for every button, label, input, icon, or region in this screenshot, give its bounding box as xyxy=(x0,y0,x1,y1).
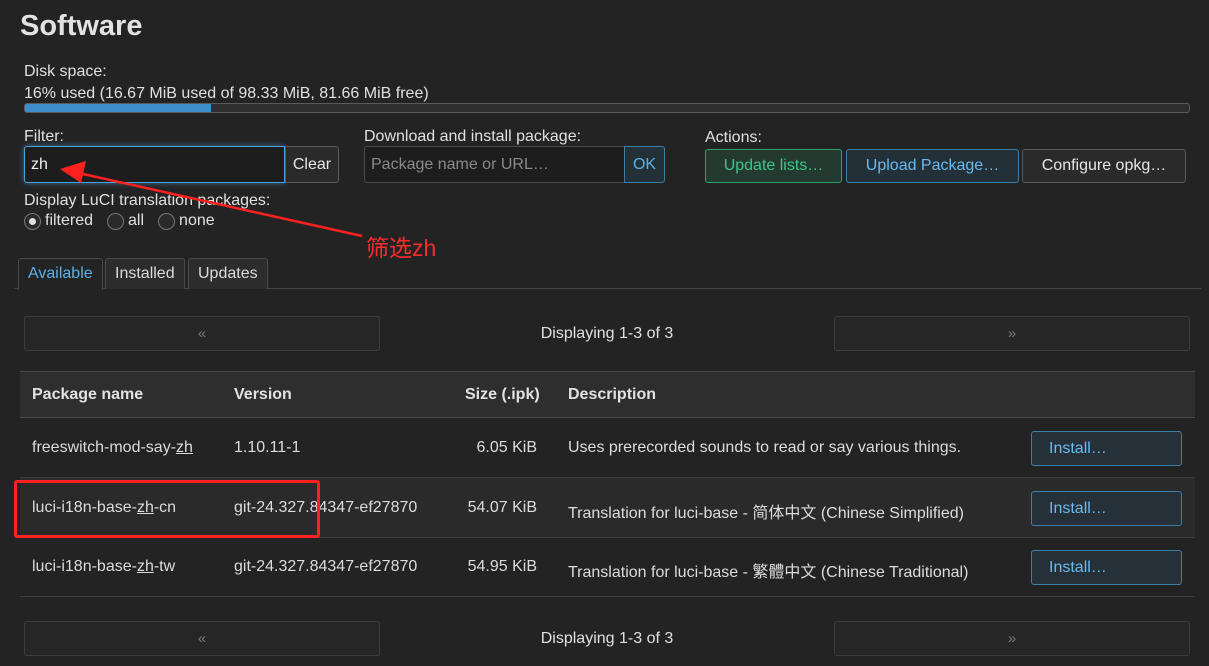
install-button[interactable]: Install… xyxy=(1031,491,1182,526)
filter-input[interactable] xyxy=(24,146,285,183)
upload-package-button[interactable]: Upload Package… xyxy=(846,149,1019,183)
package-size: 54.95 KiB xyxy=(467,558,537,575)
package-url-input[interactable] xyxy=(364,146,625,183)
radio-none[interactable] xyxy=(158,212,176,230)
header-size: Size (.ipk) xyxy=(465,386,540,403)
radio-filtered[interactable] xyxy=(24,212,41,230)
disk-usage-fill xyxy=(25,104,212,112)
configure-opkg-button[interactable]: Configure opkg… xyxy=(1022,149,1186,183)
radio-all-label[interactable]: all xyxy=(128,212,144,230)
package-size: 54.07 KiB xyxy=(467,499,537,516)
package-version: git-24.327.84347-ef27870 xyxy=(234,558,418,575)
disk-usage-text: 16% used (16.67 MiB used of 98.33 MiB, 8… xyxy=(24,85,429,102)
package-version: git-24.327.84347-ef27870 xyxy=(234,499,418,516)
pager-next-button[interactable]: » xyxy=(834,316,1190,351)
download-label: Download and install package: xyxy=(364,128,582,145)
annotation-text: 筛选zh xyxy=(366,235,437,261)
radio-filtered-label[interactable]: filtered xyxy=(45,212,93,230)
pager-status: Displaying 1-3 of 3 xyxy=(540,325,674,342)
package-name: freeswitch-mod-say-zh xyxy=(32,439,193,456)
actions-label: Actions: xyxy=(705,129,762,146)
disk-usage-bar xyxy=(24,103,1190,113)
pager-status-bottom: Displaying 1-3 of 3 xyxy=(540,630,674,647)
package-description: Uses prerecorded sounds to read or say v… xyxy=(568,439,962,456)
translation-radio-group: filtered all none xyxy=(24,212,229,230)
ok-button[interactable]: OK xyxy=(624,146,665,183)
table-row: freeswitch-mod-say-zh 1.10.11-1 6.05 KiB… xyxy=(20,418,1195,478)
tab-installed[interactable]: Installed xyxy=(105,258,185,289)
package-description: Translation for luci-base - 简体中文 (Chines… xyxy=(568,505,964,522)
table-row: luci-i18n-base-zh-tw git-24.327.84347-ef… xyxy=(20,537,1195,597)
header-version: Version xyxy=(234,386,292,403)
package-size: 6.05 KiB xyxy=(476,439,537,456)
package-description: Translation for luci-base - 繁體中文 (Chines… xyxy=(568,564,969,581)
pager-prev-button-bottom[interactable]: « xyxy=(24,621,380,656)
install-button[interactable]: Install… xyxy=(1031,550,1182,585)
install-button[interactable]: Install… xyxy=(1031,431,1182,466)
radio-none-label[interactable]: none xyxy=(179,212,215,230)
pager-prev-button[interactable]: « xyxy=(24,316,380,351)
translation-label: Display LuCI translation packages: xyxy=(24,192,271,209)
tab-available[interactable]: Available xyxy=(18,258,103,290)
package-version: 1.10.11-1 xyxy=(234,439,301,456)
clear-filter-button[interactable]: Clear xyxy=(285,146,339,183)
header-package-name: Package name xyxy=(32,386,144,403)
package-name: luci-i18n-base-zh-tw xyxy=(32,558,176,575)
disk-space-label: Disk space: xyxy=(24,63,107,80)
table-header: Package name Version Size (.ipk) Descrip… xyxy=(20,371,1195,418)
table-row: luci-i18n-base-zh-cn git-24.327.84347-ef… xyxy=(20,478,1195,538)
header-description: Description xyxy=(568,386,657,403)
update-lists-button[interactable]: Update lists… xyxy=(705,149,842,183)
pager-next-button-bottom[interactable]: » xyxy=(834,621,1190,656)
radio-all[interactable] xyxy=(107,212,125,230)
page-title: Software xyxy=(20,10,143,42)
tab-updates[interactable]: Updates xyxy=(188,258,268,289)
filter-label: Filter: xyxy=(24,128,64,145)
package-name: luci-i18n-base-zh-cn xyxy=(32,499,177,516)
